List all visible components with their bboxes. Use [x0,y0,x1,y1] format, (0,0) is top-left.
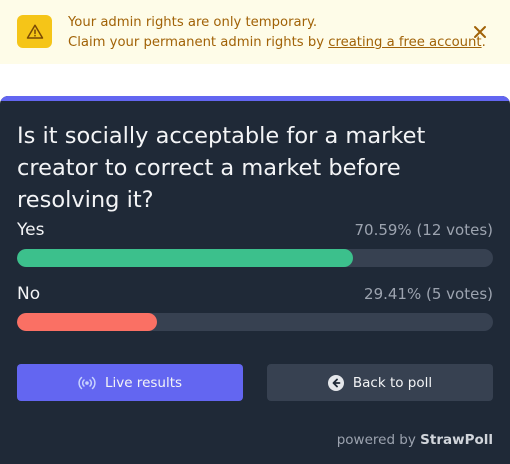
live-results-label: Live results [104,374,183,391]
banner-line-2-prefix: Claim your permanent admin rights by [68,35,329,50]
arrow-left-circle-icon [327,374,344,391]
broadcast-icon [78,375,96,391]
live-results-button[interactable]: Live results [17,364,243,401]
back-to-poll-button[interactable]: Back to poll [267,364,493,401]
banner-line-2: Claim your permanent admin rights by cre… [68,33,486,53]
warning-triangle-icon [17,15,52,48]
create-account-link[interactable]: creating a free account [328,35,481,50]
option-label-yes: Yes [17,220,45,240]
strawpoll-brand-link[interactable]: StrawPoll [420,432,493,448]
option-bar-yes [17,249,493,267]
back-to-poll-label: Back to poll [352,374,433,391]
option-bar-fill-yes [17,249,353,267]
poll-question: Is it socially acceptable for a market c… [17,123,426,213]
powered-by: powered by StrawPoll [337,432,493,448]
card-accent-bar [0,96,510,101]
option-bar-fill-no [17,313,157,331]
option-stat-yes: 70.59% (12 votes) [354,221,493,239]
banner-line-1: Your admin rights are only temporary. [68,15,318,30]
admin-rights-banner: Your admin rights are only temporary. Cl… [0,0,510,64]
poll-results-card: Is it socially acceptable for a market c… [0,96,510,464]
powered-by-prefix: powered by [336,432,421,448]
close-icon[interactable] [470,22,490,42]
banner-message: Your admin rights are only temporary. Cl… [68,13,486,53]
option-bar-no [17,313,493,331]
option-stat-no: 29.41% (5 votes) [364,285,493,303]
option-label-no: No [17,284,41,304]
